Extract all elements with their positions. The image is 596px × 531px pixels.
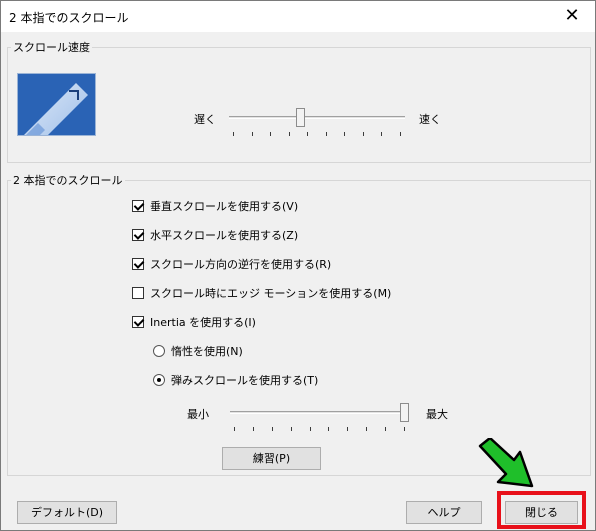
slider-tick — [233, 132, 234, 136]
inertia-slider[interactable] — [230, 403, 409, 433]
vertical-scroll-checkbox[interactable]: 垂直スクロールを使用する(V) — [132, 198, 298, 214]
slider-tick — [253, 427, 254, 431]
close-button-highlight — [497, 491, 586, 529]
slider-thumb[interactable] — [400, 403, 409, 422]
checkbox-box[interactable] — [132, 287, 144, 299]
title-bar: 2 本指でのスクロール ✕ — [1, 1, 595, 32]
slider-tick — [326, 132, 327, 136]
radio-label: 惰性を使用(N) — [171, 345, 243, 358]
radio-circle[interactable] — [153, 374, 165, 386]
checkbox-box[interactable] — [132, 316, 144, 328]
scroll-speed-slider[interactable] — [229, 108, 405, 138]
practice-button[interactable]: 練習(P) — [222, 447, 321, 470]
horizontal-scroll-checkbox[interactable]: 水平スクロールを使用する(Z) — [132, 227, 298, 243]
slider-track — [230, 411, 409, 414]
slider-thumb[interactable] — [296, 108, 305, 127]
slider-tick — [252, 132, 253, 136]
radio-label: 弾みスクロールを使用する(T) — [171, 374, 319, 387]
checkbox-label: Inertia を使用する(I) — [150, 316, 256, 329]
checkbox-label: スクロール方向の逆行を使用する(R) — [150, 258, 332, 271]
checkbox-box[interactable] — [132, 229, 144, 241]
edge-motion-checkbox[interactable]: スクロール時にエッジ モーションを使用する(M) — [132, 285, 391, 301]
coast-radio[interactable]: 惰性を使用(N) — [153, 343, 243, 359]
slider-tick — [272, 427, 273, 431]
checkbox-label: 水平スクロールを使用する(Z) — [150, 229, 299, 242]
checkbox-box[interactable] — [132, 258, 144, 270]
fast-label: 速く — [419, 113, 441, 126]
slider-tick — [310, 427, 311, 431]
slider-tick — [381, 132, 382, 136]
slider-tick — [347, 427, 348, 431]
scroll-speed-legend: スクロール速度 — [13, 41, 90, 54]
dialog-window: 2 本指でのスクロール ✕ スクロール速度 遅く 速く 2 本指でのスクロール — [0, 0, 596, 531]
pointer-arrow-icon — [478, 438, 534, 488]
slider-track — [229, 116, 405, 119]
two-finger-scroll-legend: 2 本指でのスクロール — [13, 174, 123, 187]
min-label: 最小 — [187, 408, 209, 421]
touchpad-illustration — [17, 73, 96, 136]
default-button[interactable]: デフォルト(D) — [17, 501, 117, 524]
slider-tick — [270, 132, 271, 136]
checkbox-box[interactable] — [132, 200, 144, 212]
reverse-scroll-checkbox[interactable]: スクロール方向の逆行を使用する(R) — [132, 256, 331, 272]
slider-tick — [363, 132, 364, 136]
inertia-checkbox[interactable]: Inertia を使用する(I) — [132, 314, 256, 330]
slider-tick — [366, 427, 367, 431]
slider-tick — [291, 427, 292, 431]
slider-tick — [234, 427, 235, 431]
max-label: 最大 — [426, 408, 448, 421]
slider-tick — [289, 132, 290, 136]
slider-tick — [328, 427, 329, 431]
slider-ticks — [229, 132, 405, 137]
slider-ticks — [230, 427, 409, 432]
radio-circle[interactable] — [153, 345, 165, 357]
window-title: 2 本指でのスクロール — [9, 11, 129, 25]
slow-label: 遅く — [194, 113, 216, 126]
checkbox-label: スクロール時にエッジ モーションを使用する(M) — [150, 287, 392, 300]
momentum-scroll-radio[interactable]: 弾みスクロールを使用する(T) — [153, 372, 318, 388]
slider-tick — [344, 132, 345, 136]
slider-tick — [385, 427, 386, 431]
slider-tick — [404, 427, 405, 431]
slider-tick — [307, 132, 308, 136]
close-window-button[interactable]: ✕ — [549, 1, 595, 32]
checkbox-label: 垂直スクロールを使用する(V) — [150, 200, 299, 213]
slider-tick — [400, 132, 401, 136]
help-button[interactable]: ヘルプ — [406, 501, 482, 524]
